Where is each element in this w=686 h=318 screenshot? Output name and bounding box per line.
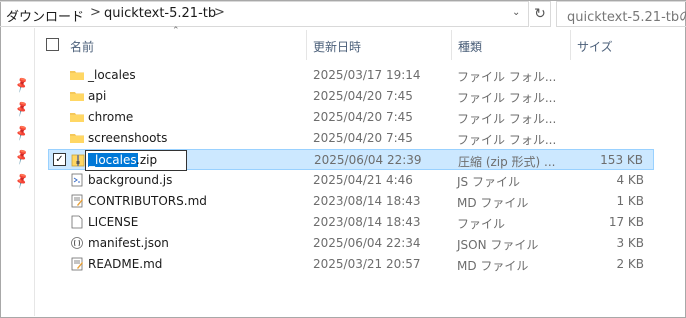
breadcrumb-separator-icon[interactable]: >	[214, 5, 225, 20]
file-date: 2025/04/20 7:45	[313, 89, 413, 103]
file-row-selected[interactable]: ✓ _locales .zip 2025/06/04 22:39 圧縮 (zip…	[48, 149, 654, 171]
file-name: README.md	[88, 257, 163, 271]
file-type: ファイル フォル...	[457, 133, 557, 147]
file-name: chrome	[88, 110, 134, 124]
file-type: 圧縮 (zip 形式) ...	[458, 155, 556, 169]
file-name: CONTRIBUTORS.md	[88, 194, 207, 208]
file-name: background.js	[88, 173, 173, 187]
file-date: 2025/04/20 7:45	[313, 131, 413, 145]
column-header-date[interactable]: 更新日時	[307, 28, 451, 60]
refresh-icon: ↻	[534, 6, 546, 22]
file-size: 3 KB	[616, 236, 644, 250]
script-file-icon	[71, 173, 83, 187]
file-size: 1 KB	[616, 194, 644, 208]
pin-icon[interactable]: 📌	[13, 171, 31, 189]
search-placeholder: quicktext-5.21-tbの検	[567, 10, 686, 25]
address-bar: ダウンロード > quicktext-5.21-tb > ⌄ ↻ quickte…	[0, 0, 686, 28]
column-header-type-label: 種類	[458, 40, 483, 54]
breadcrumb-separator-icon[interactable]: >	[90, 5, 101, 20]
file-type: MD ファイル	[457, 259, 529, 273]
file-date: 2025/04/20 7:45	[313, 110, 413, 124]
file-type: ファイル フォル...	[457, 112, 557, 126]
pin-icon[interactable]: 📌	[13, 123, 31, 141]
search-input[interactable]: quicktext-5.21-tbの検	[556, 1, 686, 27]
zip-icon	[71, 154, 85, 167]
file-type: ファイル フォル...	[457, 91, 557, 105]
pin-icon[interactable]: 📌	[13, 75, 31, 93]
file-type: MD ファイル	[457, 196, 529, 210]
pin-icon[interactable]: 📌	[13, 99, 31, 117]
file-size: 4 KB	[616, 173, 644, 187]
rename-selected-text: _locales	[88, 153, 138, 167]
rename-input[interactable]: _locales .zip	[85, 150, 187, 171]
file-size: 2 KB	[616, 257, 644, 271]
file-name: api	[88, 89, 107, 103]
file-row[interactable]: chrome 2025/04/20 7:45 ファイル フォル...	[48, 107, 654, 128]
breadcrumb-current-folder[interactable]: quicktext-5.21-tb	[104, 6, 216, 21]
file-date: 2025/03/17 19:14	[313, 68, 421, 82]
folder-icon	[70, 71, 84, 80]
file-name: LICENSE	[88, 215, 139, 229]
column-header-type[interactable]: 種類	[452, 28, 570, 60]
text-edit-file-icon	[71, 194, 83, 208]
rename-extension: .zip	[136, 153, 158, 167]
file-name: manifest.json	[88, 236, 169, 250]
folder-icon	[70, 113, 84, 122]
folder-icon	[70, 134, 84, 143]
file-row[interactable]: CONTRIBUTORS.md 2023/08/14 18:43 MD ファイル…	[48, 191, 654, 212]
file-row[interactable]: background.js 2025/04/21 4:46 JS ファイル 4 …	[48, 170, 654, 191]
file-date: 2023/08/14 18:43	[313, 194, 421, 208]
column-header-date-label: 更新日時	[313, 40, 362, 54]
file-date: 2025/06/04 22:39	[314, 153, 422, 167]
file-size: 153 KB	[600, 153, 643, 167]
file-date: 2025/03/21 20:57	[313, 257, 421, 271]
breadcrumb-downloads[interactable]: ダウンロード	[6, 6, 84, 25]
row-checkbox-checked[interactable]: ✓	[53, 153, 66, 166]
file-date: 2025/04/21 4:46	[313, 173, 413, 187]
column-header-size-label: サイズ	[577, 40, 613, 54]
json-file-icon	[71, 237, 83, 249]
file-type: ファイル フォル...	[457, 70, 557, 84]
column-header-name-label: 名前	[70, 40, 95, 54]
folder-icon	[70, 92, 84, 101]
text-edit-file-icon	[71, 257, 83, 271]
vertical-scrollbar[interactable]	[668, 28, 685, 316]
file-size: 17 KB	[608, 215, 644, 229]
file-type: ファイル	[457, 217, 506, 231]
file-date: 2023/08/14 18:43	[313, 215, 421, 229]
file-name: screenshoots	[88, 131, 168, 145]
select-all-checkbox[interactable]	[46, 38, 59, 51]
file-row[interactable]: README.md 2025/03/21 20:57 MD ファイル 2 KB	[48, 254, 654, 275]
chevron-down-icon[interactable]: ⌄	[512, 7, 520, 18]
file-type: JSON ファイル	[457, 238, 539, 252]
file-row[interactable]: screenshoots 2025/04/20 7:45 ファイル フォル...	[48, 128, 654, 149]
refresh-button[interactable]: ↻	[530, 1, 551, 27]
address-box[interactable]: ダウンロード > quicktext-5.21-tb > ⌄	[0, 1, 529, 27]
blank-file-icon	[71, 215, 83, 229]
column-header-name[interactable]: 名前	[66, 28, 306, 60]
pin-icon[interactable]: 📌	[13, 147, 31, 165]
file-name: _locales	[88, 68, 136, 82]
file-row[interactable]: api 2025/04/20 7:45 ファイル フォル...	[48, 86, 654, 107]
navigation-pane: 📌 📌 📌 📌 📌	[0, 28, 35, 316]
file-row[interactable]: manifest.json 2025/06/04 22:34 JSON ファイル…	[48, 233, 654, 254]
column-header-size[interactable]: サイズ	[571, 28, 661, 60]
file-type: JS ファイル	[457, 175, 520, 189]
file-date: 2025/06/04 22:34	[313, 236, 421, 250]
file-row[interactable]: _locales 2025/03/17 19:14 ファイル フォル...	[48, 65, 654, 86]
file-row[interactable]: LICENSE 2023/08/14 18:43 ファイル 17 KB	[48, 212, 654, 233]
